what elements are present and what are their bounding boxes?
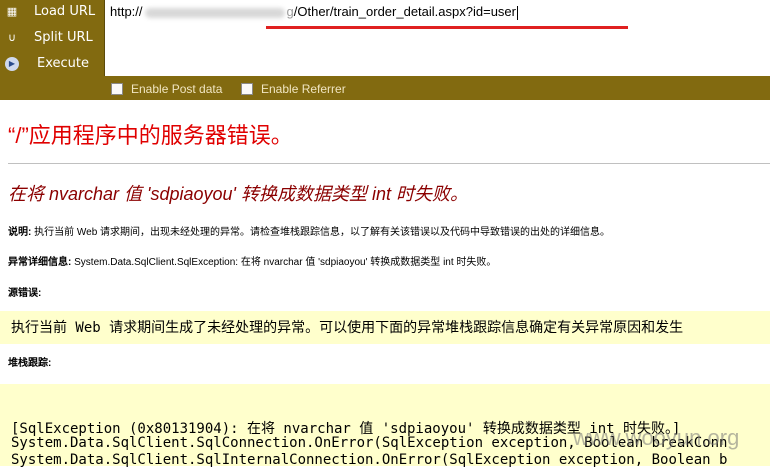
play-icon: ▶ — [5, 57, 19, 71]
split-url-label: Split URL — [34, 30, 93, 45]
annotation-underline — [266, 26, 628, 29]
enable-post-checkbox[interactable]: Enable Post data — [111, 82, 222, 96]
url-prefix: http:// — [110, 4, 143, 19]
source-error-label: 源错误: — [8, 288, 42, 299]
enable-post-label: Enable Post data — [131, 82, 223, 96]
hackbar-options: Enable Post data Enable Referrer — [104, 76, 770, 100]
error-title: “/”应用程序中的服务器错误。 — [8, 123, 293, 148]
stack-trace-heading: 堆栈跟踪: — [8, 354, 51, 369]
url-value: http:// g/Other/train_order_detail.aspx?i… — [110, 4, 518, 20]
split-url-button[interactable]: ∪ Split URL — [0, 26, 104, 50]
load-url-icon: ▦ — [6, 5, 18, 18]
source-error-text: 执行当前 Web 请求期间生成了未经处理的异常。可以使用下面的异常堆栈跟踪信息确… — [11, 320, 684, 336]
enable-referrer-checkbox[interactable]: Enable Referrer — [241, 82, 346, 96]
checkbox-box[interactable] — [241, 82, 253, 95]
url-path: /Other/train_order_detail.aspx?id=user — [293, 4, 516, 19]
url-textarea[interactable]: http:// g/Other/train_order_detail.aspx?i… — [104, 0, 770, 76]
checkbox-box[interactable] — [111, 82, 123, 95]
divider — [8, 163, 770, 164]
stack-trace-label: 堆栈跟踪: — [8, 358, 52, 369]
source-error-box: 执行当前 Web 请求期间生成了未经处理的异常。可以使用下面的异常堆栈跟踪信息确… — [0, 311, 770, 344]
exception-text: System.Data.SqlClient.SqlException: 在将 n… — [71, 257, 497, 268]
watermark: www.wooyun.org — [573, 425, 740, 450]
hackbar-actions: ▦ Load URL ∪ Split URL ▶ Execute — [0, 0, 104, 76]
description-paragraph: 说明: 执行当前 Web 请求期间，出现未经处理的异常。请检查堆栈跟踪信息，以了… — [8, 223, 610, 238]
exception-label: 异常详细信息: — [8, 257, 72, 268]
redacted-host — [144, 7, 285, 18]
description-label: 说明: — [8, 227, 32, 238]
execute-label: Execute — [37, 56, 89, 71]
enable-referrer-label: Enable Referrer — [261, 82, 346, 96]
split-url-icon: ∪ — [7, 31, 17, 44]
error-subtitle: 在将 nvarchar 值 'sdpiaoyou' 转换成数据类型 int 时失… — [8, 184, 468, 204]
execute-button[interactable]: ▶ Execute — [0, 52, 104, 76]
hackbar-toolbar: ▦ Load URL ∪ Split URL ▶ Execute http://… — [0, 0, 770, 100]
exception-paragraph: 异常详细信息: System.Data.SqlClient.SqlExcepti… — [8, 253, 496, 268]
load-url-button[interactable]: ▦ Load URL — [0, 0, 104, 24]
load-url-label: Load URL — [34, 4, 96, 19]
text-caret — [516, 5, 518, 20]
description-text: 执行当前 Web 请求期间，出现未经处理的异常。请检查堆栈跟踪信息，以了解有关该… — [31, 227, 611, 238]
source-error-heading: 源错误: — [8, 284, 41, 299]
url-redacted-fragment: g — [286, 4, 294, 19]
